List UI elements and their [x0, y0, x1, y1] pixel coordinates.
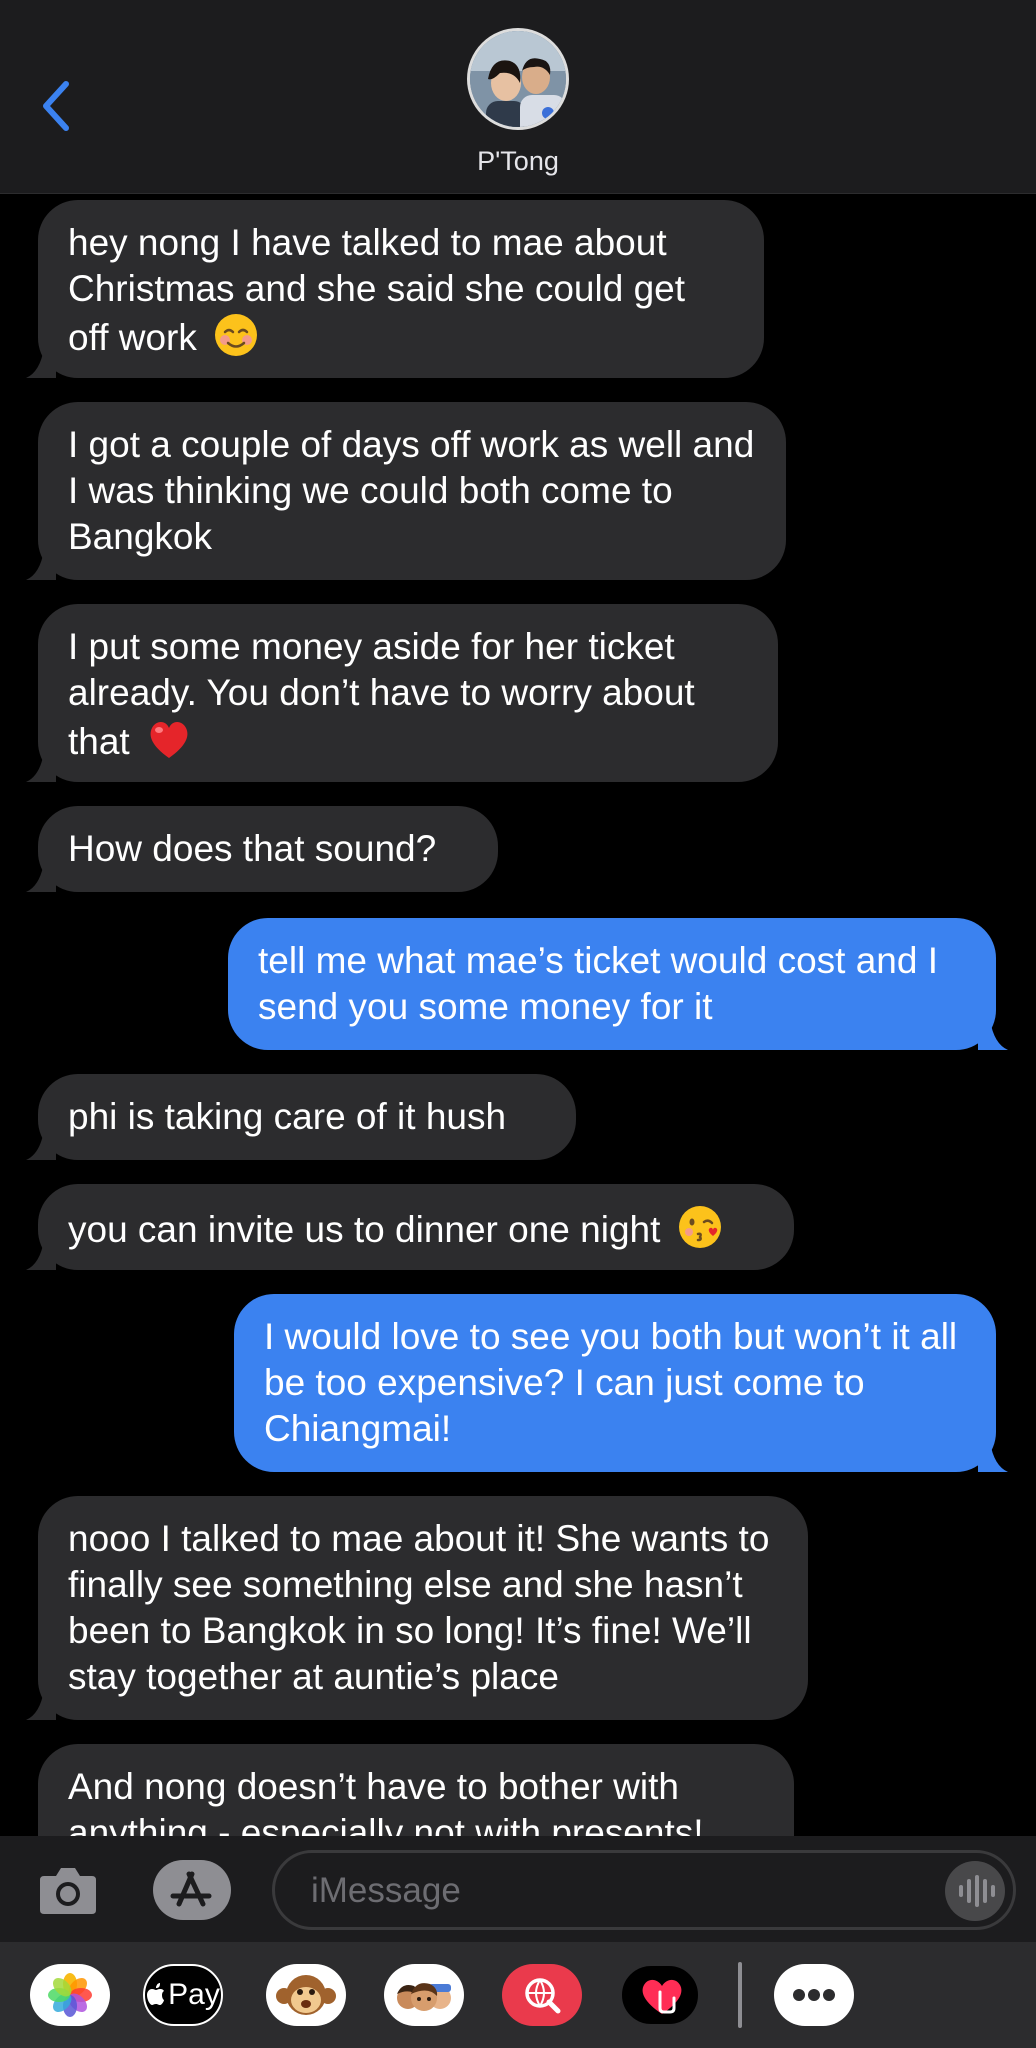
bubble-tail — [26, 752, 56, 782]
bubble-tail — [26, 1240, 56, 1270]
camera-icon — [40, 1868, 96, 1914]
bubble-tail — [26, 1690, 56, 1720]
message-bubble-received[interactable]: How does that sound? — [26, 806, 498, 892]
avatar-photo — [470, 31, 566, 127]
chevron-left-icon — [43, 81, 69, 131]
app-more[interactable] — [774, 1964, 854, 2026]
message-text: hey nong I have talked to mae about Chri… — [68, 222, 686, 358]
bubble-tail — [26, 348, 56, 378]
message-text: I would love to see you both but won’t i… — [264, 1316, 958, 1449]
memoji-stickers-icon — [397, 1983, 451, 2011]
message-thread[interactable]: hey nong I have talked to mae about Chri… — [0, 194, 1036, 1836]
app-animoji[interactable] — [266, 1964, 346, 2026]
message-bubble-sent[interactable]: tell me what mae’s ticket would cost and… — [228, 918, 1008, 1050]
monkey-face-icon — [276, 1975, 336, 2015]
message-bubble-received[interactable]: And nong doesn’t have to bother with any… — [38, 1744, 794, 1836]
audio-message-button[interactable] — [945, 1861, 1005, 1921]
smiling-face-icon — [215, 314, 258, 356]
red-heart-icon — [150, 722, 188, 758]
message-bubble-received[interactable]: I got a couple of days off work as well … — [26, 402, 786, 580]
message-text: you can invite us to dinner one night — [68, 1209, 661, 1250]
bubble-tail — [978, 1020, 1008, 1050]
digital-touch-heart-icon — [642, 1979, 682, 2014]
message-input[interactable] — [311, 1869, 871, 1913]
message-bubble-received[interactable]: hey nong I have talked to mae about Chri… — [26, 200, 764, 378]
app-photos[interactable] — [30, 1964, 110, 2026]
message-bubble-received[interactable]: you can invite us to dinner one night — [26, 1184, 794, 1270]
message-bubble-sent[interactable]: I would love to see you both but won’t i… — [234, 1294, 1008, 1472]
app-memoji[interactable] — [384, 1964, 464, 2026]
kissing-face-icon — [678, 1206, 721, 1248]
apple-pay-label: Pay — [168, 1978, 220, 2011]
app-digital-touch[interactable] — [620, 1964, 700, 2026]
compose-bar — [0, 1836, 1036, 1942]
app-store-button[interactable] — [153, 1860, 231, 1920]
message-text: I got a couple of days off work as well … — [68, 424, 755, 557]
apple-logo-icon — [147, 1983, 165, 2005]
bubble-tail — [26, 550, 56, 580]
message-text: nooo I talked to mae about it! She wants… — [68, 1518, 770, 1697]
app-apple-pay[interactable]: Pay — [143, 1964, 223, 2026]
bubble-tail — [978, 1442, 1008, 1472]
contact-avatar[interactable] — [467, 28, 569, 130]
contact-name[interactable]: P'Tong — [0, 146, 1036, 177]
message-field[interactable] — [272, 1850, 1016, 1930]
drawer-divider — [738, 1962, 742, 2028]
globe-search-icon — [525, 1978, 561, 2014]
bubble-tail — [26, 862, 56, 892]
camera-button[interactable] — [38, 1862, 98, 1918]
photos-icon — [48, 1973, 92, 2017]
message-bubble-received[interactable]: phi is taking care of it hush — [26, 1074, 576, 1160]
bubble-tail — [26, 1130, 56, 1160]
app-image-search[interactable] — [502, 1964, 582, 2026]
message-bubble-received[interactable]: I put some money aside for her ticket al… — [26, 604, 778, 782]
back-button[interactable] — [36, 78, 80, 134]
app-store-icon — [170, 1871, 212, 1907]
audio-waveform-icon — [959, 1875, 995, 1907]
ellipsis-icon — [793, 1989, 835, 2001]
message-text: And nong doesn’t have to bother with any… — [68, 1766, 704, 1836]
message-text: tell me what mae’s ticket would cost and… — [258, 940, 939, 1027]
message-text: phi is taking care of it hush — [68, 1096, 507, 1137]
message-text: How does that sound? — [68, 828, 437, 869]
conversation-header: P'Tong — [0, 0, 1036, 194]
app-drawer: Pay — [0, 1942, 1036, 2048]
message-bubble-received[interactable]: nooo I talked to mae about it! She wants… — [26, 1496, 808, 1720]
